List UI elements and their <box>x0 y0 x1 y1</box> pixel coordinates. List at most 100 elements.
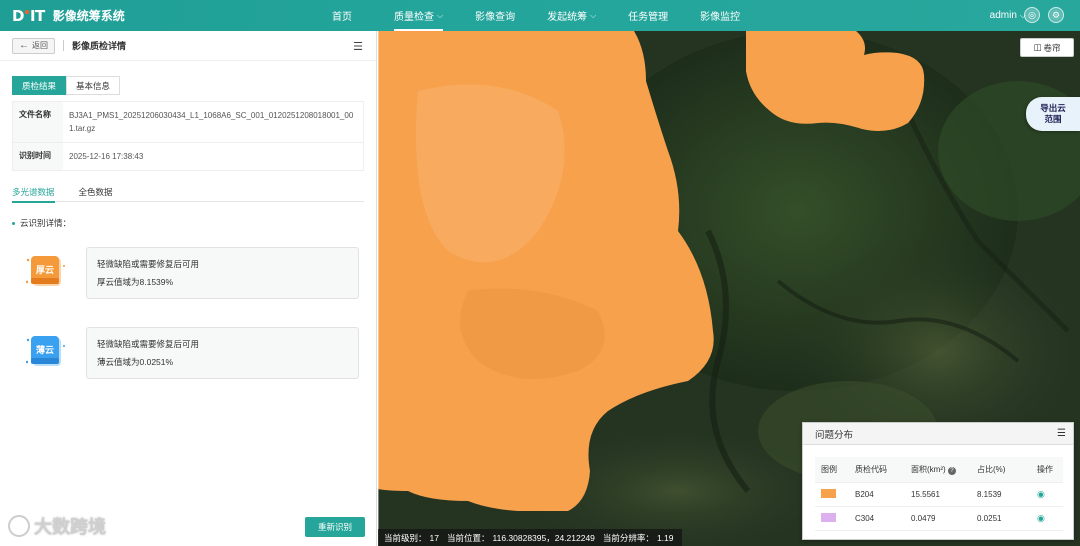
nav-start-coordination-label: 发起统筹 <box>547 12 588 23</box>
nav-home[interactable]: 首页 <box>332 0 380 31</box>
level-label: 当前级别： <box>384 532 427 543</box>
nav-image-query[interactable]: 影像查询 <box>475 0 515 31</box>
nav-image-query-label: 影像查询 <box>475 12 516 23</box>
info-key: 识别时间 <box>13 143 63 170</box>
satellite-map[interactable]: ◫ 卷帘 导出云 范围 当前级别： 17 当前位置： 116.30828395，24… <box>378 31 1080 546</box>
nav-home-label: 首页 <box>332 12 352 23</box>
tab-panchromatic[interactable]: 全色数据 <box>79 182 113 202</box>
back-button[interactable]: ← 返回 <box>12 37 55 54</box>
settings-icon[interactable]: ⚙ <box>1048 7 1064 23</box>
area-cell: 15.5561 <box>905 482 971 507</box>
section-label-text: 云识别详情： <box>20 218 72 228</box>
area-cell: 0.0479 <box>905 506 971 531</box>
nav-image-monitor[interactable]: 影像监控 <box>700 0 740 31</box>
logo-mark: D IT <box>12 6 45 25</box>
issue-distribution-panel: 问题分布 ☰ 图例 质检代码 面积(km²) ? 占比(%) 操作 B204 1… <box>802 422 1074 540</box>
map-status-bar: 当前级别： 17 当前位置： 116.30828395，24.212249 当前… <box>378 529 683 546</box>
thin-cloud-desc: 薄云值域为0.0251% <box>97 357 174 367</box>
menu-icon[interactable]: ☰ <box>353 40 363 53</box>
thick-cloud-desc: 厚云值域为8.1539% <box>97 277 174 287</box>
info-row: 文件名称 BJ3A1_PMS1_20251206030434_L1_1068A6… <box>13 102 363 143</box>
panel-header: ← 返回 影像质检详情 ☰ <box>0 31 376 61</box>
app-logo[interactable]: D IT 影像统筹系统 <box>0 7 300 25</box>
issue-panel-title: 问题分布 <box>815 429 854 441</box>
data-type-tabs: 多光谱数据 全色数据 <box>12 182 364 203</box>
nav-task-management[interactable]: 任务管理 <box>628 0 668 31</box>
legend-swatch <box>821 488 836 498</box>
tab-qc-result[interactable]: 质检结果 <box>12 76 67 95</box>
thick-cloud-icon-label: 厚云 <box>36 265 54 276</box>
thin-cloud-icon: 薄云 <box>25 332 65 368</box>
divider <box>63 40 64 51</box>
username: admin <box>989 10 1017 21</box>
swipe-button[interactable]: ◫ 卷帘 <box>1020 38 1074 57</box>
column-header: 质检代码 <box>849 457 905 483</box>
export-cloud-extent-button[interactable]: 导出云 范围 <box>1026 97 1080 131</box>
thick-cloud-card: 轻微缺陷或需要修复后可用 厚云值域为8.1539% <box>86 247 359 299</box>
watermark-logo-icon <box>8 515 30 537</box>
back-label: 返回 <box>32 41 48 50</box>
thin-cloud-icon-label: 薄云 <box>36 344 54 356</box>
top-navigation-bar: D IT 影像统筹系统 首页 质量检查 ⌵ 影像查询 发起统筹 ⌵ 任务管理 影像监控… <box>0 0 1080 31</box>
user-menu[interactable]: admin ⌵ <box>990 0 1026 31</box>
action-cell: ◉ <box>1031 506 1063 531</box>
chevron-down-icon: ⌵ <box>590 10 597 20</box>
thick-cloud-icon: 厚云 <box>25 252 65 288</box>
thin-cloud-card: 轻微缺陷或需要修复后可用 薄云值域为0.0251% <box>86 327 359 379</box>
main-nav: 首页 质量检查 ⌵ 影像查询 发起统筹 ⌵ 任务管理 影像监控 <box>320 0 740 31</box>
thick-cloud-title: 轻微缺陷或需要修复后可用 <box>97 259 200 269</box>
menu-icon[interactable]: ☰ <box>1057 428 1066 439</box>
detail-panel: ← 返回 影像质检详情 ☰ 质检结果 基本信息 文件名称 BJ3A1_PMS1_2… <box>0 31 377 546</box>
ratio-cell: 8.1539 <box>971 482 1031 507</box>
info-row: 识别时间 2025-12-16 17:38:43 <box>13 143 363 170</box>
resolution-label: 当前分辨率： <box>602 532 654 543</box>
chevron-down-icon: ⌵ <box>437 10 444 20</box>
issue-panel-header: 问题分布 ☰ <box>803 423 1073 445</box>
column-header: 图例 <box>815 457 849 483</box>
nav-start-coordination[interactable]: 发起统筹 ⌵ <box>547 0 596 31</box>
code-cell: B204 <box>849 482 905 507</box>
nav-quality-check[interactable]: 质量检查 ⌵ <box>394 0 444 31</box>
position-label: 当前位置： <box>446 532 490 543</box>
tab-basic-info[interactable]: 基本信息 <box>66 76 121 95</box>
message-icon[interactable]: ◎ <box>1024 7 1040 23</box>
rerun-recognition-button[interactable]: 重新识别 <box>305 517 365 537</box>
arrow-left-icon: ← <box>19 40 29 51</box>
section-label: 云识别详情： <box>12 217 71 229</box>
eye-icon[interactable]: ◉ <box>1037 489 1045 499</box>
legend-swatch <box>821 512 836 522</box>
level-value: 17 <box>429 532 439 543</box>
bullet-icon <box>12 221 15 225</box>
watermark: 大数跨境 <box>8 513 106 539</box>
info-key: 文件名称 <box>13 102 63 142</box>
watermark-text: 大数跨境 <box>34 517 106 537</box>
table-row: B204 15.5561 8.1539 ◉ <box>815 482 1063 507</box>
panel-title: 影像质检详情 <box>72 41 127 51</box>
help-icon[interactable]: ? <box>947 466 956 475</box>
result-tabs: 质检结果 基本信息 <box>12 76 121 95</box>
nav-quality-check-label: 质量检查 <box>394 12 434 23</box>
ratio-cell: 0.0251 <box>971 506 1031 531</box>
code-cell: C304 <box>849 506 905 531</box>
thin-cloud-title: 轻微缺陷或需要修复后可用 <box>97 339 200 349</box>
issue-table: 图例 质检代码 面积(km²) ? 占比(%) 操作 B204 15.5561 … <box>815 457 1063 531</box>
eye-icon[interactable]: ◉ <box>1037 513 1045 523</box>
column-header: 占比(%) <box>971 457 1031 483</box>
column-header: 操作 <box>1031 457 1063 483</box>
file-name-value: BJ3A1_PMS1_20251206030434_L1_1068A6_SC_0… <box>69 111 354 133</box>
nav-image-monitor-label: 影像监控 <box>700 12 741 23</box>
export-label: 导出云 范围 <box>1040 103 1066 124</box>
tab-multispectral[interactable]: 多光谱数据 <box>12 182 55 203</box>
column-header: 面积(km²) ? <box>905 457 971 483</box>
table-header-row: 图例 质检代码 面积(km²) ? 占比(%) 操作 <box>815 457 1063 483</box>
position-value: 116.30828395，24.212249 <box>492 532 595 543</box>
resolution-value: 1.19 <box>656 532 674 543</box>
swipe-label: 卷帘 <box>1043 42 1061 53</box>
legend-cell <box>815 482 849 507</box>
table-row: C304 0.0479 0.0251 ◉ <box>815 506 1063 531</box>
nav-task-management-label: 任务管理 <box>628 12 669 23</box>
recognition-time-value: 2025-12-16 17:38:43 <box>69 152 144 161</box>
legend-cell <box>815 506 849 531</box>
action-cell: ◉ <box>1031 482 1063 507</box>
file-info-table: 文件名称 BJ3A1_PMS1_20251206030434_L1_1068A6… <box>12 101 364 171</box>
